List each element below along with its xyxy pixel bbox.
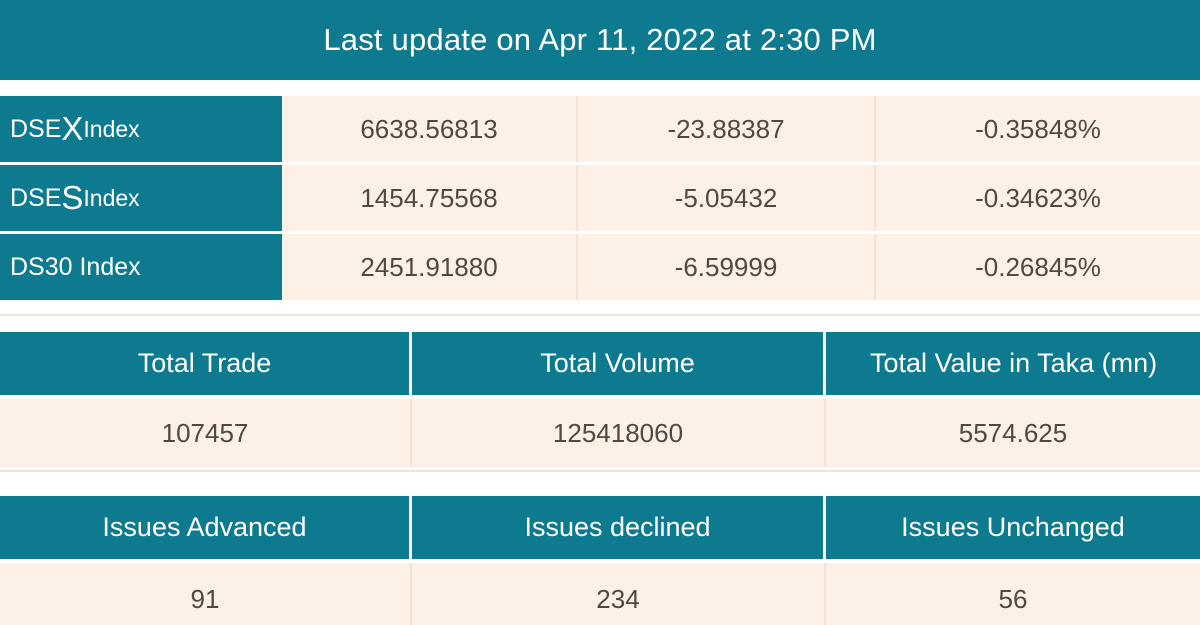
index-name-dsex: DSE X Index — [0, 96, 282, 162]
totals-value-row: 107457 125418060 5574.625 — [0, 399, 1200, 467]
index-label-prefix: DS30 Index — [10, 252, 141, 281]
last-update-banner: Last update on Apr 11, 2022 at 2:30 PM — [0, 0, 1200, 80]
column-header-total-value: Total Value in Taka (mn) — [870, 348, 1158, 378]
index-label-suffix: Index — [83, 184, 140, 211]
last-update-text: Last update on Apr 11, 2022 at 2:30 PM — [323, 22, 877, 57]
total-volume-value: 125418060 — [412, 399, 826, 467]
index-value: 1454.75568 — [282, 165, 578, 231]
column-header-total-volume: Total Volume — [412, 332, 826, 395]
total-value-taka-value: 5574.625 — [958, 417, 1068, 448]
index-label-initial: X — [61, 109, 84, 147]
total-trade-value: 107457 — [0, 399, 412, 467]
index-percent-change: -0.35848% — [876, 96, 1200, 162]
issues-declined-value: 234 — [412, 563, 826, 625]
index-percent-change: -0.34623% — [876, 165, 1200, 231]
market-summary-page: Last update on Apr 11, 2022 at 2:30 PM D… — [0, 0, 1200, 625]
issues-table: Issues Advanced Issues declined Issues U… — [0, 496, 1200, 625]
index-label-prefix: DSE — [10, 183, 62, 212]
issues-header-row: Issues Advanced Issues declined Issues U… — [0, 496, 1200, 559]
totals-table: Total Trade Total Volume Total Value in … — [0, 332, 1200, 467]
table-row: DSE S Index 1454.75568 -5.05432 -0.34623% — [0, 165, 1200, 231]
column-header-total-trade: Total Trade — [0, 332, 412, 395]
issues-value-row: 91 234 56 — [0, 563, 1200, 625]
section-divider — [0, 470, 1200, 472]
index-name-dses: DSE S Index — [0, 165, 282, 231]
indices-table: DSE X Index 6638.56813 -23.88387 -0.35848… — [0, 96, 1200, 300]
index-label-prefix: DSE — [10, 114, 62, 143]
totals-header-row: Total Trade Total Volume Total Value in … — [0, 332, 1200, 395]
index-label-suffix: Index — [83, 115, 140, 142]
index-value: 6638.56813 — [282, 96, 578, 162]
index-change: -6.59999 — [578, 234, 876, 300]
column-header-issues-declined: Issues declined — [412, 496, 826, 559]
column-header-issues-advanced: Issues Advanced — [0, 496, 412, 559]
column-header-issues-unchanged: Issues Unchanged — [901, 512, 1125, 542]
index-percent-change: -0.26845% — [876, 234, 1200, 300]
issues-unchanged-value: 56 — [998, 583, 1028, 614]
index-change: -5.05432 — [578, 165, 876, 231]
table-row: DSE X Index 6638.56813 -23.88387 -0.35848… — [0, 96, 1200, 162]
index-name-ds30: DS30 Index — [0, 234, 282, 300]
table-row: DS30 Index 2451.91880 -6.59999 -0.26845% — [0, 234, 1200, 300]
issues-advanced-value: 91 — [0, 563, 412, 625]
section-divider — [0, 314, 1200, 316]
index-change: -23.88387 — [578, 96, 876, 162]
index-label-initial: S — [61, 178, 84, 216]
index-value: 2451.91880 — [282, 234, 578, 300]
